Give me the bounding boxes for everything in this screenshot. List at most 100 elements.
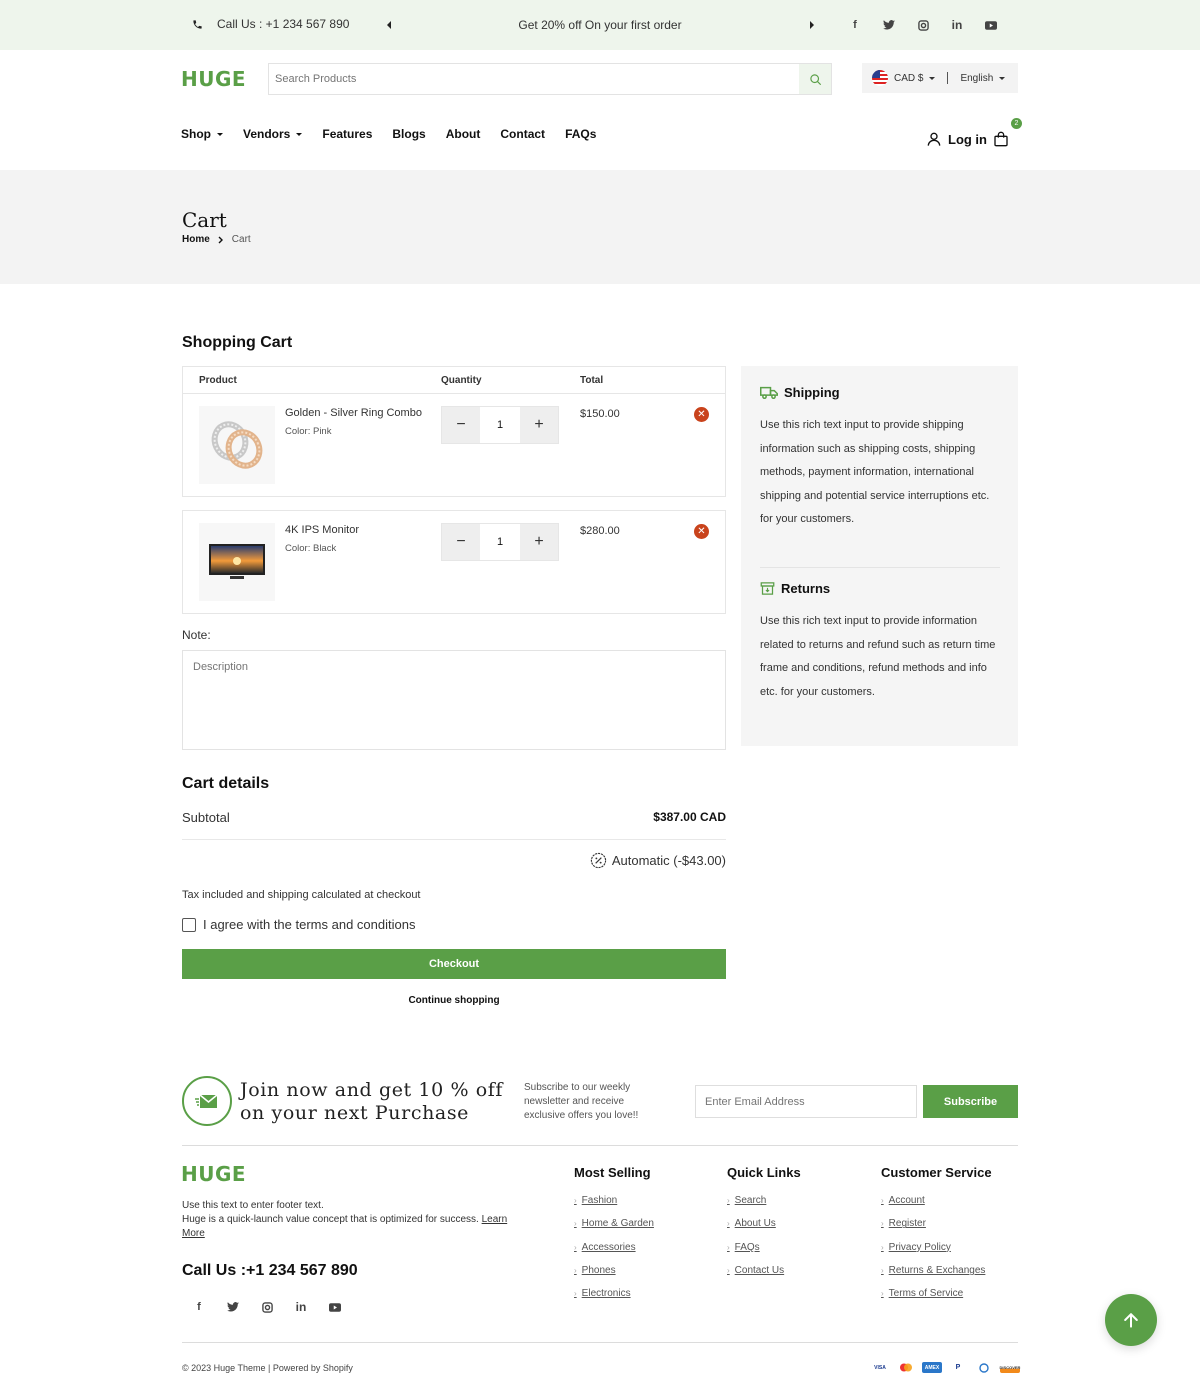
nav-faqs[interactable]: FAQs [565,127,596,141]
line-total: $280.00 [580,525,620,537]
line-total: $150.00 [580,408,620,420]
footer-link[interactable]: › FAQs [727,1236,801,1259]
instagram-icon[interactable] [257,1297,277,1317]
product-image-ring[interactable] [199,406,275,484]
discount-text: Automatic (-$43.00) [611,853,726,868]
product-name[interactable]: 4K IPS Monitor [285,524,359,536]
bullet-icon: › [727,1266,730,1276]
promo-next-icon[interactable] [810,21,814,29]
cart-table-header: Product Quantity Total [182,366,726,394]
footer-link[interactable]: › Privacy Policy [881,1236,992,1259]
increase-button[interactable]: + [520,524,558,560]
note-textarea[interactable] [182,650,726,750]
newsletter-divider [182,1145,1018,1146]
remove-item-button[interactable]: ✕ [694,407,709,422]
site-logo[interactable]: HUGE [181,67,246,91]
footer-link[interactable]: › Accessories [574,1236,654,1259]
remove-item-button[interactable]: ✕ [694,524,709,539]
nav-blogs[interactable]: Blogs [392,127,425,141]
footer-logo[interactable]: HUGE [181,1162,246,1186]
newsletter-email-input[interactable] [695,1085,917,1118]
increase-button[interactable]: + [520,407,558,443]
footer-col-quick-links: Quick Links › Search › About Us › FAQs › Con… [727,1165,801,1282]
footer-link[interactable]: › Home & Garden [574,1212,654,1235]
promo-prev-icon[interactable] [387,21,391,29]
language-select[interactable]: English [960,73,993,84]
facebook-icon[interactable]: f [189,1297,209,1317]
cart-button[interactable] [993,131,1009,152]
breadcrumb-home[interactable]: Home [182,234,210,245]
diners-icon [974,1362,994,1373]
returns-title-text: Returns [781,581,831,596]
footer-link[interactable]: › Electronics [574,1282,654,1305]
terms-checkbox[interactable] [182,917,196,932]
subscribe-button[interactable]: Subscribe [923,1085,1018,1118]
twitter-icon[interactable] [223,1297,243,1317]
footer-text-1: Use this text to enter footer text. [182,1200,324,1211]
product-name[interactable]: Golden - Silver Ring Combo [285,407,422,419]
nav-shop[interactable]: Shop [181,127,223,141]
footer-link-label: Phones [581,1265,616,1277]
footer-link[interactable]: › Returns & Exchanges [881,1259,992,1282]
col-quantity: Quantity [441,375,482,386]
nav-contact[interactable]: Contact [500,127,545,141]
customer-service-title: Customer Service [881,1165,992,1180]
bullet-icon: › [574,1289,577,1299]
footer-link[interactable]: › Fashion [574,1189,654,1212]
phone-icon [193,19,202,29]
language-caret-icon [999,76,1006,80]
linkedin-icon[interactable]: in [291,1297,311,1317]
footer-link[interactable]: › Search [727,1189,801,1212]
shipping-title-text: Shipping [784,385,840,400]
paypal-icon: P [955,1364,961,1371]
quantity-value[interactable]: 1 [480,407,520,443]
linkedin-icon[interactable]: in [947,15,967,35]
currency-select[interactable]: CAD $ [894,73,923,84]
terms-label[interactable]: I agree with the terms and conditions [203,917,415,932]
bullet-icon: › [574,1266,577,1276]
footer-social: f in [189,1297,345,1317]
footer-link[interactable]: › Phones [574,1259,654,1282]
instagram-icon[interactable] [913,15,933,35]
arrow-up-icon [1124,1313,1138,1328]
bullet-icon: › [727,1219,730,1229]
login-label: Log in [948,131,987,147]
footer-link[interactable]: › Register [881,1212,992,1235]
footer-link[interactable]: › About Us [727,1212,801,1235]
search-input[interactable] [269,64,799,94]
cart-item: Golden - Silver Ring Combo Color: Pink −… [182,393,726,497]
quick-links-title: Quick Links [727,1165,801,1180]
us-flag-icon [872,70,888,86]
footer-link-label: Register [888,1218,926,1230]
twitter-icon[interactable] [879,15,899,35]
newsletter-headline-line1: Join now and get 10 % off [240,1079,504,1101]
nav-vendors[interactable]: Vendors [243,127,303,141]
footer-text-2: Huge is a quick-launch value concept tha… [182,1214,479,1225]
checkout-button[interactable]: Checkout [182,949,726,979]
footer-col-customer-service: Customer Service › Account › Register › Pri… [881,1165,992,1305]
search-button[interactable] [799,64,831,94]
quantity-value[interactable]: 1 [480,524,520,560]
login-link[interactable]: Log in [926,131,987,147]
learn-more-link-cont[interactable]: More [182,1228,205,1239]
top-phone-text: Call Us : +1 234 567 890 [217,17,350,31]
footer-link[interactable]: › Terms of Service [881,1282,992,1305]
youtube-icon[interactable] [325,1297,345,1317]
continue-shopping-link[interactable]: Continue shopping [182,995,726,1006]
payment-icons: VISA AMEX P DISCOVER [870,1362,1020,1373]
top-social: f in [845,15,1001,35]
footer-link[interactable]: › Account [881,1189,992,1212]
bullet-icon: › [881,1196,884,1206]
nav-features[interactable]: Features [322,127,372,141]
youtube-icon[interactable] [981,15,1001,35]
decrease-button[interactable]: − [442,524,480,560]
facebook-icon[interactable]: f [845,15,865,35]
back-to-top-button[interactable] [1105,1294,1157,1346]
learn-more-link[interactable]: Learn [482,1214,508,1225]
nav-about[interactable]: About [446,127,481,141]
footer-link[interactable]: › Contact Us [727,1259,801,1282]
discount-row: Automatic (-$43.00) [540,852,726,869]
decrease-button[interactable]: − [442,407,480,443]
bullet-icon: › [574,1242,577,1252]
product-image-monitor[interactable] [199,523,275,601]
